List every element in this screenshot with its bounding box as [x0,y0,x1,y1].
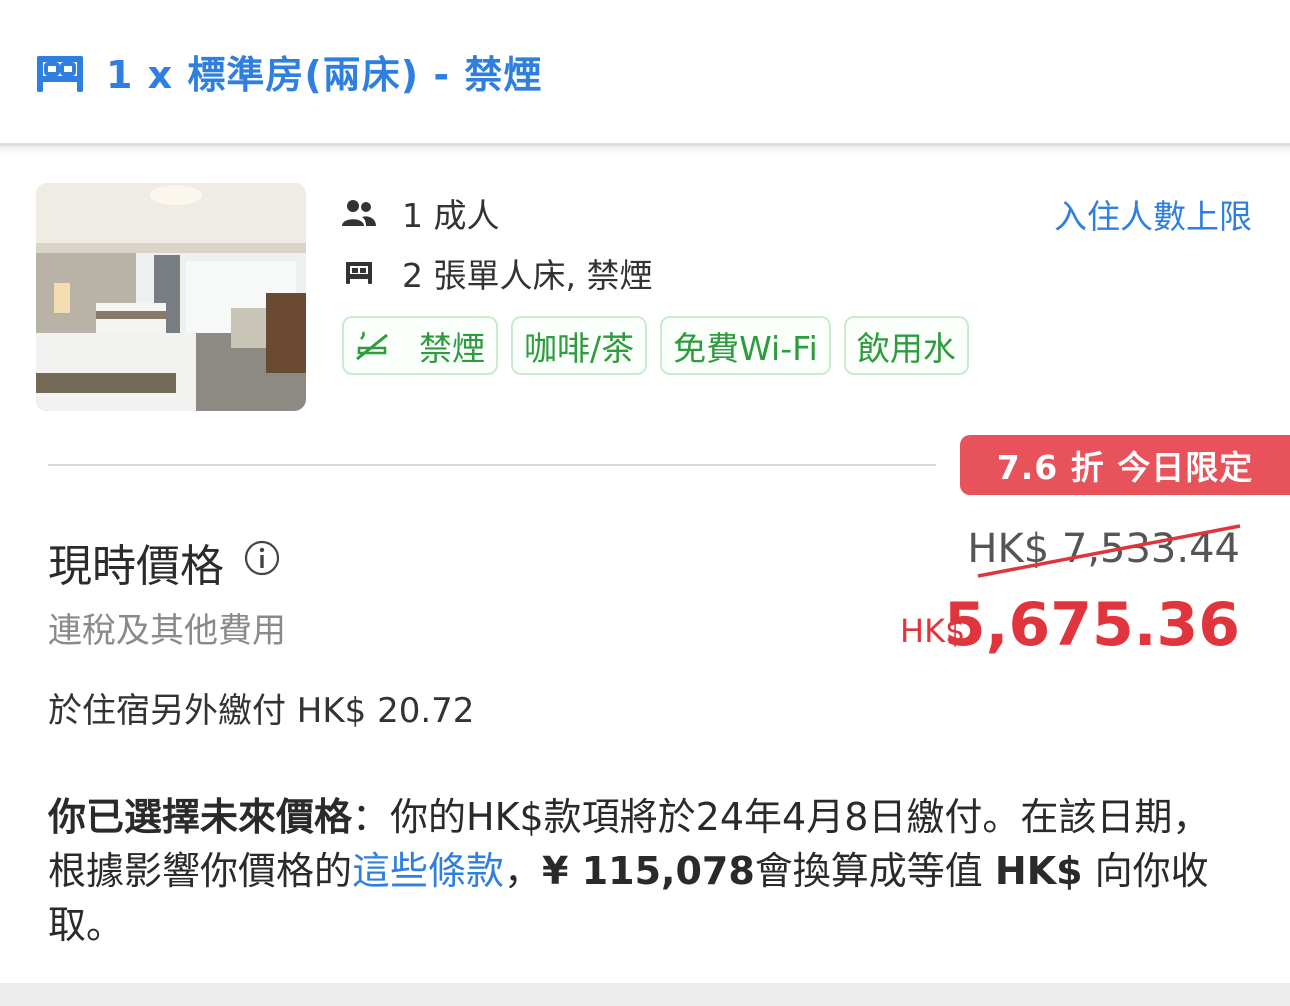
notice-text: ， [504,849,543,893]
max-occupancy-link[interactable]: 入住人數上限 [1054,190,1252,238]
price-sub-label: 連稅及其他費用 [48,611,286,651]
notice-lead: 你已選擇未來價格 [48,795,353,839]
notice-currency: HK$ [994,849,1083,893]
extra-fee-at-property: 於住宿另外繳付 HK$ 20.72 [48,691,475,731]
strikethrough-line [977,524,1241,578]
amenity-no-smoking: 禁煙 [342,316,498,375]
amenity-list: 禁煙 咖啡/茶 免費Wi-Fi 飲用水 [342,316,969,375]
notice-amount: ¥ 115,078 [542,849,755,893]
hotel-room-photo-icon [36,183,306,411]
amenity-water: 飲用水 [843,316,969,375]
room-title[interactable]: 1 x 標準房(兩床) - 禁煙 [106,44,542,99]
amenity-label: 飲用水 [856,328,956,368]
notice-text: 會換算成等值 [754,849,995,893]
terms-link[interactable]: 這些條款 [352,849,504,893]
amenity-label: 咖啡/茶 [524,328,635,368]
adults-count: 1 成人 [402,196,500,235]
no-smoking-icon [356,330,388,360]
bottom-separator [0,983,1290,1006]
amenity-coffee-tea: 咖啡/茶 [511,316,648,375]
future-price-notice: 你已選擇未來價格：你的HK$款項將於24年4月8日繳付。在該日期，根據影響你價格… [48,790,1238,952]
beds-row: 2 張單人床, 禁煙 [340,248,652,298]
room-header: 1 x 標準房(兩床) - 禁煙 [0,0,1290,146]
bed-icon [37,56,83,92]
deal-badge: 7.6 折 今日限定 [960,435,1290,495]
amenity-label: 禁煙 [419,328,485,368]
discounted-price: 5,675.36 [943,590,1240,660]
header-shadow [0,146,1290,154]
amenity-wifi: 免費Wi-Fi [660,316,831,375]
info-icon[interactable] [244,540,280,576]
bed-icon [340,256,378,290]
current-price-label: 現時價格 [48,541,224,592]
beds-info: 2 張單人床, 禁煙 [402,256,653,295]
section-divider [48,464,936,466]
room-photo[interactable] [36,183,306,411]
adults-row: 1 成人 [340,188,500,238]
people-icon [340,196,378,230]
amenity-label: 免費Wi-Fi [673,328,818,368]
